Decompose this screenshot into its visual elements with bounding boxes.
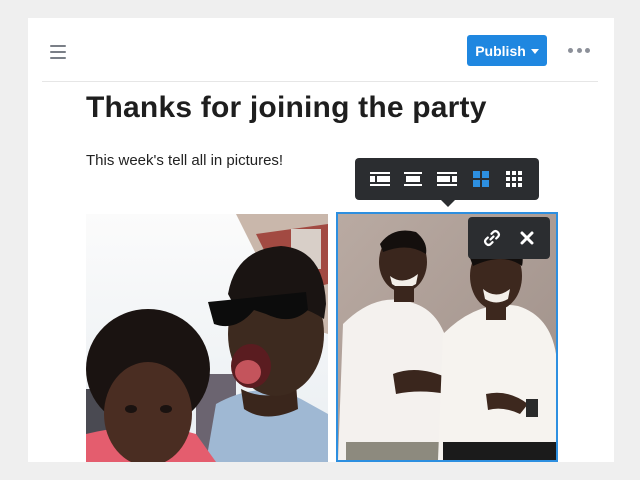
link-icon[interactable] [478, 224, 506, 252]
align-right-wrap-icon[interactable] [434, 166, 460, 192]
grid-3x3-icon[interactable] [501, 166, 527, 192]
chevron-down-icon [530, 48, 539, 54]
post-title[interactable]: Thanks for joining the party [86, 91, 487, 125]
image-action-toolbar [468, 217, 550, 259]
editor-header: Publish [42, 18, 598, 82]
publish-label: Publish [475, 42, 526, 59]
align-left-wrap-icon[interactable] [367, 166, 393, 192]
post-subtitle[interactable]: This week's tell all in pictures! [86, 152, 283, 169]
publish-button[interactable]: Publish [467, 35, 547, 66]
more-horizontal-icon[interactable] [568, 48, 590, 54]
grid-2x2-icon[interactable] [468, 166, 494, 192]
photo-selfie[interactable] [86, 214, 328, 462]
close-icon[interactable] [513, 224, 541, 252]
hamburger-icon[interactable] [50, 45, 66, 59]
align-center-icon[interactable] [400, 166, 426, 192]
image-layout-toolbar [355, 158, 539, 207]
editor-card: Publish Thanks for joining the party Thi… [28, 18, 614, 462]
